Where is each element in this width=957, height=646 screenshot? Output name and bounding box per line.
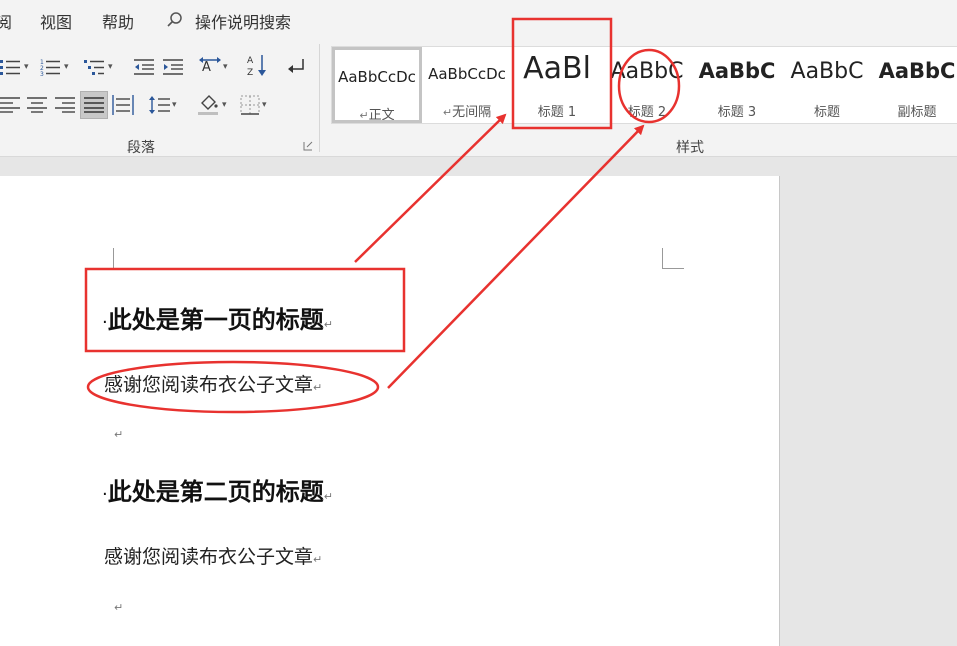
paragraph-mark: ↵ (323, 318, 333, 331)
paragraph-mark: ↵ (323, 490, 333, 503)
menu-review[interactable]: 阅 (0, 9, 12, 33)
menu-help[interactable]: 帮助 (102, 9, 134, 33)
increase-indent-button[interactable] (163, 55, 183, 79)
style-no-spacing[interactable]: AaBbCcDc ↵无间隔 (422, 47, 512, 123)
group-divider (319, 44, 320, 152)
chevron-down-icon[interactable]: ▾ (223, 62, 228, 72)
style-name: 无间隔 (452, 105, 492, 120)
chevron-down-icon[interactable]: ▾ (64, 62, 69, 72)
style-title[interactable]: AaBbC 标题 (782, 47, 872, 123)
text-direction-icon: A (199, 57, 221, 75)
align-left-button[interactable] (0, 93, 20, 117)
line-spacing-icon (149, 96, 170, 114)
decrease-indent-button[interactable] (134, 55, 154, 79)
body-2-line[interactable]: 感谢您阅读布衣公子文章↵ (104, 542, 322, 569)
paragraph-group-label: 段落 (127, 140, 155, 156)
menu-view[interactable]: 视图 (40, 9, 72, 33)
align-center-icon (27, 97, 47, 113)
styles-gallery: AaBbCcDc ↵正文 AaBbCcDc ↵无间隔 AaBl 标题 1 AaB… (331, 46, 957, 124)
heading-1-text[interactable]: 此处是第一页的标题 (108, 306, 324, 334)
chevron-down-icon[interactable]: ▾ (222, 100, 227, 110)
style-name: 标题 3 (717, 105, 757, 120)
numbering-button[interactable]: 123 ▾ (40, 55, 69, 79)
borders-icon (240, 95, 260, 115)
paragraph-mark: ↵ (114, 428, 124, 441)
paragraph-mark: ↵ (313, 381, 323, 394)
svg-text:3: 3 (40, 71, 44, 77)
align-justify-icon (84, 97, 104, 113)
empty-line[interactable]: ↵ (114, 596, 123, 615)
multilevel-list-button[interactable]: ▾ (84, 55, 113, 79)
paragraph-mark: ↵ (313, 553, 323, 566)
style-name: 标题 (813, 105, 840, 120)
styles-group-label: 样式 (676, 140, 704, 156)
distributed-icon (112, 95, 134, 115)
show-marks-button[interactable] (285, 55, 307, 79)
paint-bucket-icon (198, 95, 218, 115)
style-name: 标题 1 (537, 105, 577, 120)
style-preview: AaBbCcDc (428, 65, 506, 83)
search-input[interactable]: 操作说明搜索 (195, 9, 291, 33)
style-preview: AaBbC (790, 59, 864, 84)
style-preview: AaBbC (698, 59, 776, 83)
style-heading-1[interactable]: AaBl 标题 1 (512, 47, 602, 123)
paragraph-mark: ↵ (114, 601, 124, 614)
heading-1-line[interactable]: ·此处是第一页的标题↵ (102, 300, 333, 335)
heading-2-line[interactable]: ·此处是第二页的标题↵ (102, 472, 333, 507)
style-preview: AaBl (523, 51, 591, 86)
style-subtitle[interactable]: AaBbC 副标题 (872, 47, 957, 123)
sort-button[interactable]: AZ (247, 53, 269, 77)
align-center-button[interactable] (27, 93, 47, 117)
justify-button[interactable] (80, 91, 108, 119)
heading-2-text[interactable]: 此处是第二页的标题 (108, 478, 324, 506)
style-name: 标题 2 (627, 105, 667, 120)
chevron-down-icon[interactable]: ▾ (172, 100, 177, 110)
style-preview: AaBbC (610, 59, 684, 84)
style-name: 副标题 (897, 105, 937, 120)
style-preview: AaBbC (878, 59, 956, 83)
increase-indent-icon (163, 59, 183, 75)
chevron-down-icon[interactable]: ▾ (24, 62, 29, 72)
body-2-text[interactable]: 感谢您阅读布衣公子文章 (104, 546, 313, 568)
empty-line[interactable]: ↵ (114, 423, 123, 442)
borders-button[interactable]: ▾ (240, 93, 267, 117)
svg-text:A: A (247, 56, 254, 66)
svg-text:A: A (202, 60, 211, 75)
paragraph-mark: ↵ (442, 106, 453, 119)
crop-mark (113, 248, 114, 268)
line-spacing-button[interactable]: ▾ (148, 93, 177, 117)
shading-button[interactable]: ▾ (198, 93, 227, 117)
chevron-down-icon[interactable]: ▾ (262, 100, 267, 110)
text-direction-button[interactable]: A ▾ (199, 55, 228, 79)
chevron-down-icon[interactable]: ▾ (108, 62, 113, 72)
svg-text:Z: Z (247, 68, 253, 77)
numbering-icon: 123 (40, 59, 60, 77)
dialog-launcher-icon[interactable] (303, 141, 313, 151)
sort-icon: AZ (247, 55, 266, 77)
align-left-icon (0, 97, 20, 113)
document-page[interactable]: ·此处是第一页的标题↵ 感谢您阅读布衣公子文章↵ ↵ ·此处是第二页的标题↵ 感… (0, 176, 780, 646)
align-right-button[interactable] (55, 93, 75, 117)
decrease-indent-icon (134, 59, 154, 75)
search-icon[interactable] (166, 11, 184, 29)
style-preview: AaBbCcDc (338, 68, 416, 86)
body-1-line[interactable]: 感谢您阅读布衣公子文章↵ (104, 370, 322, 397)
paragraph-mark: ↵ (359, 109, 369, 122)
crop-mark (662, 248, 684, 269)
style-name: 正文 (368, 108, 395, 123)
multilevel-list-icon (84, 60, 104, 75)
ribbon: ▾ 123 ▾ ▾ A ▾ AZ ▾ ▾ ▾ 段落 AaBbCcDc ↵正文 A… (0, 38, 957, 157)
style-normal[interactable]: AaBbCcDc ↵正文 (332, 47, 422, 123)
paragraph-mark-icon (288, 59, 304, 73)
distributed-button[interactable] (112, 93, 134, 117)
bullets-button[interactable]: ▾ (0, 55, 29, 79)
style-heading-2[interactable]: AaBbC 标题 2 (602, 47, 692, 123)
body-1-text[interactable]: 感谢您阅读布衣公子文章 (104, 374, 313, 396)
style-heading-3[interactable]: AaBbC 标题 3 (692, 47, 782, 123)
align-right-icon (55, 97, 75, 113)
menu-bar: 阅 视图 帮助 操作说明搜索 (0, 0, 957, 38)
bullets-icon (0, 60, 20, 75)
